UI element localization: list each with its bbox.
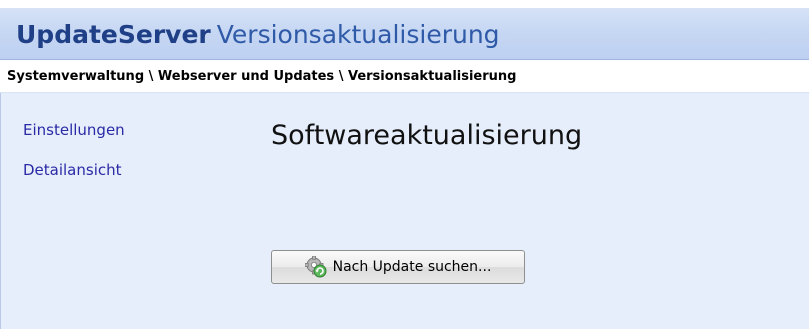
section-heading: Softwareaktualisierung — [271, 120, 583, 151]
update-server-window: UpdateServer Versionsaktualisierung Syste… — [0, 0, 809, 329]
page-title: UpdateServer Versionsaktualisierung — [16, 19, 500, 51]
check-for-update-label: Nach Update suchen... — [332, 259, 492, 275]
gear-update-icon — [304, 255, 327, 278]
app-name: UpdateServer — [16, 20, 211, 49]
sidebar-item-detailansicht[interactable]: Detailansicht — [23, 161, 122, 179]
sidebar-item-einstellungen[interactable]: Einstellungen — [23, 121, 125, 139]
breadcrumb-bar: Systemverwaltung \ Webserver und Updates… — [0, 60, 809, 93]
check-for-update-button[interactable]: Nach Update suchen... — [271, 250, 525, 284]
breadcrumb: Systemverwaltung \ Webserver und Updates… — [7, 69, 517, 84]
page-subtitle: Versionsaktualisierung — [216, 20, 500, 49]
title-bar: UpdateServer Versionsaktualisierung — [0, 0, 809, 60]
title-bar-top-edge — [0, 0, 809, 8]
main-content: Einstellungen Detailansicht Softwareaktu… — [0, 93, 809, 329]
